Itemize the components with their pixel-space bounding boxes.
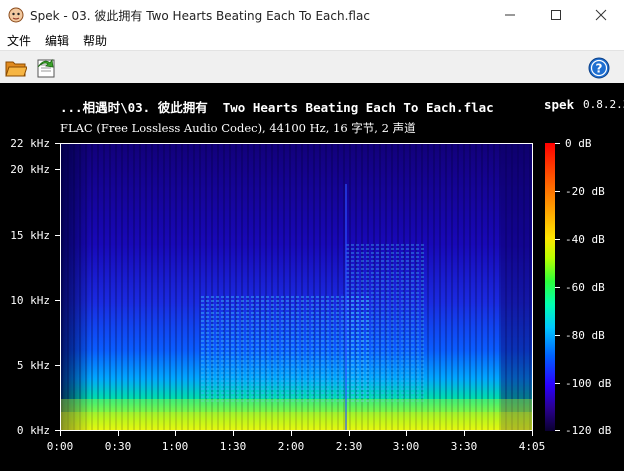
db-tick — [555, 287, 560, 288]
y-tick — [55, 300, 60, 301]
db-tick — [555, 239, 560, 240]
window-title: Spek - 03. 彼此拥有 Two Hearts Beating Each … — [30, 9, 370, 23]
x-tick — [532, 431, 533, 436]
x-tick-label: 1:00 — [161, 440, 189, 453]
x-tick — [175, 431, 176, 436]
db-tick — [555, 383, 560, 384]
title-bar: Spek - 03. 彼此拥有 Two Hearts Beating Each … — [0, 0, 624, 30]
y-tick-label: 20 kHz — [10, 163, 50, 176]
open-button[interactable] — [4, 56, 28, 80]
db-tick-label: -100 dB — [565, 377, 612, 390]
spectrogram-image — [61, 144, 532, 430]
x-tick-label: 2:00 — [277, 440, 305, 453]
db-tick-label: -60 dB — [565, 281, 605, 294]
x-tick-label: 4:05 — [518, 440, 546, 453]
save-button[interactable] — [34, 56, 58, 80]
save-icon — [37, 58, 55, 78]
maximize-button[interactable] — [533, 0, 579, 30]
y-tick-label: 22 kHz — [10, 137, 50, 150]
app-icon — [8, 7, 24, 23]
x-tick-label: 3:00 — [392, 440, 420, 453]
db-tick — [555, 335, 560, 336]
spek-brand: spek — [544, 97, 575, 112]
x-tick-label: 0:00 — [46, 440, 74, 453]
x-tick — [291, 431, 292, 436]
x-tick-label: 0:30 — [104, 440, 132, 453]
spectrogram-plot — [60, 143, 533, 431]
close-button[interactable] — [578, 0, 624, 30]
menu-bar: 文件 编辑 帮助 — [0, 30, 624, 50]
menu-help[interactable]: 帮助 — [83, 32, 107, 49]
db-tick-label: -20 dB — [565, 185, 605, 198]
minimize-button[interactable] — [487, 0, 533, 30]
maximize-icon — [551, 10, 561, 20]
y-tick — [55, 235, 60, 236]
y-tick-label: 5 kHz — [16, 359, 50, 372]
menu-edit[interactable]: 编辑 — [45, 32, 69, 49]
help-icon: ? — [588, 57, 610, 79]
minimize-icon — [505, 14, 515, 16]
db-colorbar — [545, 143, 555, 431]
x-tick — [118, 431, 119, 436]
y-tick — [55, 143, 60, 144]
y-tick — [55, 365, 60, 366]
close-icon — [595, 9, 607, 21]
audio-info: FLAC (Free Lossless Audio Codec), 44100 … — [60, 121, 416, 135]
spectrogram-title: ...相遇时\03. 彼此拥有 Two Hearts Beating Each … — [60, 100, 494, 115]
db-tick-label: 0 dB — [565, 137, 592, 150]
spek-version: 0.8.2.3 — [583, 98, 624, 111]
y-tick-label: 10 kHz — [10, 294, 50, 307]
y-tick-label: 15 kHz — [10, 229, 50, 242]
folder-open-icon — [5, 61, 27, 77]
db-tick — [555, 143, 560, 144]
db-tick-label: -120 dB — [565, 424, 612, 437]
x-tick-label: 3:30 — [450, 440, 478, 453]
db-tick — [555, 430, 560, 431]
db-tick-label: -40 dB — [565, 233, 605, 246]
toolbar: ? — [0, 50, 624, 84]
x-tick — [60, 431, 61, 436]
x-tick — [464, 431, 465, 436]
y-tick-label: 0 kHz — [16, 424, 50, 437]
x-tick — [233, 431, 234, 436]
db-tick-label: -80 dB — [565, 329, 605, 342]
x-tick — [349, 431, 350, 436]
menu-file[interactable]: 文件 — [7, 32, 31, 49]
x-tick-label: 2:30 — [335, 440, 363, 453]
svg-text:?: ? — [596, 62, 603, 76]
y-tick — [55, 169, 60, 170]
spectrogram-panel: ...相遇时\03. 彼此拥有 Two Hearts Beating Each … — [0, 83, 624, 471]
help-button[interactable]: ? — [587, 56, 611, 80]
x-tick-label: 1:30 — [219, 440, 247, 453]
x-tick — [406, 431, 407, 436]
db-tick — [555, 191, 560, 192]
